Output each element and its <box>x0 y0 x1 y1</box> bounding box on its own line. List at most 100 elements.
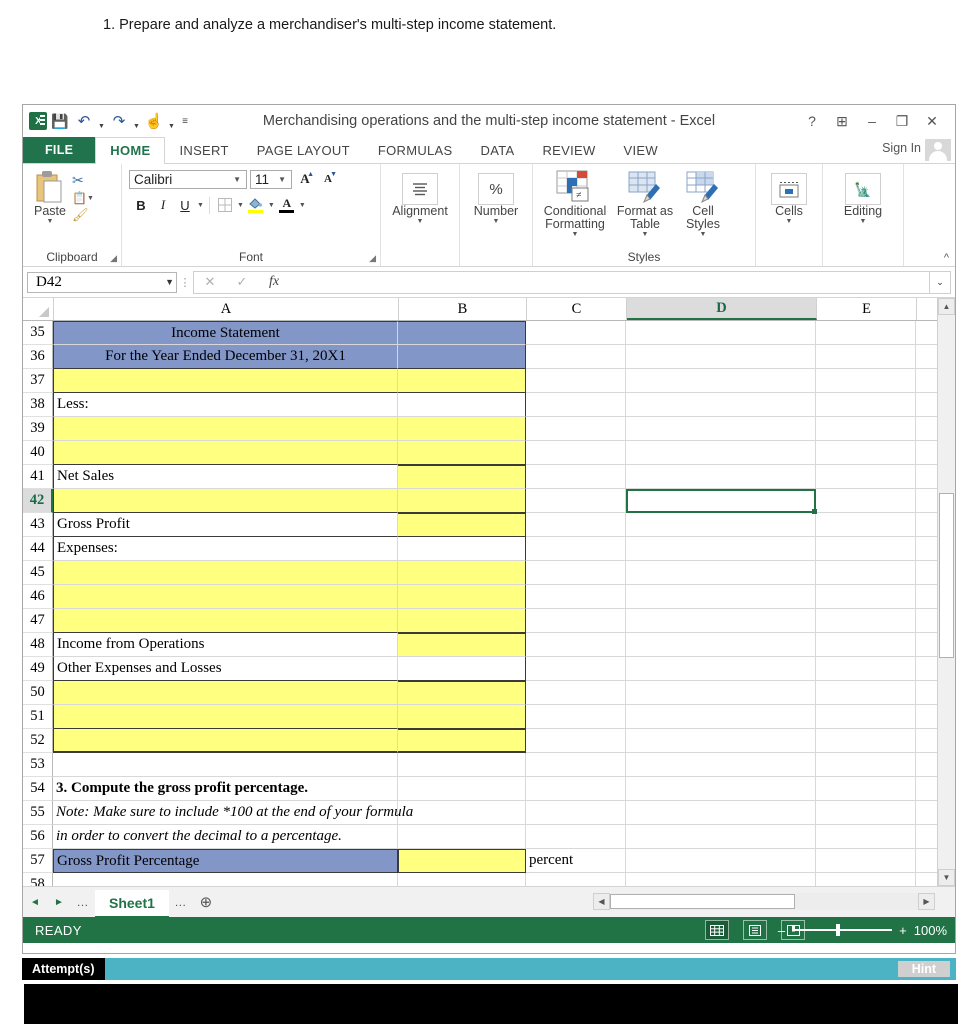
cell-A43[interactable]: Gross Profit <box>53 513 398 537</box>
cell-E56[interactable] <box>816 825 916 849</box>
cell-E39[interactable] <box>816 417 916 441</box>
sheet-tabs-right-overflow[interactable]: … <box>169 895 193 909</box>
customize-quick-access-icon[interactable]: ≡ <box>178 116 192 127</box>
scroll-down-button[interactable]: ▼ <box>938 869 955 886</box>
cell-E49[interactable] <box>816 657 916 681</box>
row-header-58[interactable]: 58 <box>23 873 53 886</box>
alignment-dropdown-icon[interactable]: ▼ <box>417 218 424 226</box>
cell-D35[interactable] <box>626 321 816 345</box>
row-header-55[interactable]: 55 <box>23 801 53 825</box>
row-header-38[interactable]: 38 <box>23 393 53 417</box>
cell-C38[interactable] <box>526 393 626 417</box>
cells-button[interactable]: Cells ▼ <box>764 173 814 226</box>
font-dialog-launcher[interactable]: ◢ <box>369 253 376 264</box>
ribbon-display-options-icon[interactable]: ⊞ <box>827 108 857 134</box>
row-header-46[interactable]: 46 <box>23 585 53 609</box>
font-size-dropdown-icon[interactable]: ▼ <box>275 175 289 184</box>
scroll-left-button[interactable]: ◀ <box>593 893 610 910</box>
cell-E57[interactable] <box>816 849 916 873</box>
horizontal-scroll-thumb[interactable] <box>610 894 795 909</box>
cell-E43[interactable] <box>816 513 916 537</box>
cell-D45[interactable] <box>626 561 816 585</box>
cell-B52[interactable] <box>398 729 526 753</box>
formula-input[interactable] <box>290 270 930 294</box>
zoom-slider-knob[interactable] <box>836 924 841 936</box>
sheet-tabs-left-overflow[interactable]: … <box>71 895 95 909</box>
cell-B36[interactable] <box>398 345 526 369</box>
tab-insert[interactable]: INSERT <box>165 137 242 163</box>
row-header-56[interactable]: 56 <box>23 825 53 849</box>
cell-B37[interactable] <box>398 369 526 393</box>
font-color-dropdown-icon[interactable]: ▼ <box>299 202 306 209</box>
row-header-53[interactable]: 53 <box>23 753 53 777</box>
number-dropdown-icon[interactable]: ▼ <box>493 218 500 226</box>
editing-dropdown-icon[interactable]: ▼ <box>860 218 867 226</box>
cell-D37[interactable] <box>626 369 816 393</box>
fill-color-button[interactable] <box>246 195 266 215</box>
cell-E37[interactable] <box>816 369 916 393</box>
cell-B35[interactable] <box>398 321 526 345</box>
cell-D56[interactable] <box>626 825 816 849</box>
cell-B49[interactable] <box>398 657 526 681</box>
conditional-formatting-button[interactable]: ≠ Conditional Formatting ▼ <box>538 169 612 239</box>
cell-A41[interactable]: Net Sales <box>53 465 398 489</box>
number-button[interactable]: % Number ▼ <box>467 173 525 226</box>
cell-A40[interactable] <box>53 441 398 465</box>
touch-mode-icon[interactable]: ☝ <box>143 110 165 132</box>
cell-D53[interactable] <box>626 753 816 777</box>
name-box[interactable]: D42 ▼ <box>27 271 177 293</box>
row-header-48[interactable]: 48 <box>23 633 53 657</box>
cell-D43[interactable] <box>626 513 816 537</box>
borders-button[interactable] <box>215 195 235 215</box>
cell-E46[interactable] <box>816 585 916 609</box>
cell-E44[interactable] <box>816 537 916 561</box>
cell-A38[interactable]: Less: <box>53 393 398 417</box>
tab-review[interactable]: REVIEW <box>528 137 609 163</box>
scroll-up-button[interactable]: ▲ <box>938 298 955 315</box>
cell-C55[interactable] <box>526 801 626 825</box>
cell-C39[interactable] <box>526 417 626 441</box>
tab-page-layout[interactable]: PAGE LAYOUT <box>243 137 364 163</box>
horizontal-scrollbar[interactable]: ◀ ▶ <box>593 893 935 910</box>
zoom-slider[interactable] <box>792 924 893 936</box>
cell-E40[interactable] <box>816 441 916 465</box>
touch-mode-dropdown-icon[interactable]: ▼ <box>167 108 176 135</box>
tab-file[interactable]: FILE <box>23 137 96 163</box>
row-header-37[interactable]: 37 <box>23 369 53 393</box>
cell-A44[interactable]: Expenses: <box>53 537 398 561</box>
cell-D39[interactable] <box>626 417 816 441</box>
row-header-47[interactable]: 47 <box>23 609 53 633</box>
cell-E51[interactable] <box>816 705 916 729</box>
zoom-out-button[interactable]: – <box>778 923 785 938</box>
cell-C44[interactable] <box>526 537 626 561</box>
copy-button[interactable]: 📋 ▼ <box>72 191 94 205</box>
sheet-tab-sheet1[interactable]: Sheet1 <box>95 890 169 918</box>
cell-D58[interactable] <box>626 873 816 886</box>
cell-A50[interactable] <box>53 681 398 705</box>
undo-icon[interactable]: ↶ <box>73 110 95 132</box>
cell-C42[interactable] <box>526 489 626 513</box>
cell-A56[interactable]: in order to convert the decimal to a per… <box>53 825 398 849</box>
sign-in-link[interactable]: Sign In <box>882 141 921 155</box>
vertical-scroll-thumb[interactable] <box>939 493 954 658</box>
cell-D44[interactable] <box>626 537 816 561</box>
cut-button[interactable]: ✂ <box>72 172 94 189</box>
tab-formulas[interactable]: FORMULAS <box>364 137 467 163</box>
row-header-49[interactable]: 49 <box>23 657 53 681</box>
cell-A53[interactable] <box>53 753 398 777</box>
cell-A57[interactable]: Gross Profit Percentage <box>53 849 398 873</box>
column-header-e[interactable]: E <box>817 298 917 320</box>
cell-D49[interactable] <box>626 657 816 681</box>
cell-A42[interactable] <box>53 489 398 513</box>
cell-C51[interactable] <box>526 705 626 729</box>
row-header-42[interactable]: 42 <box>23 489 53 513</box>
enter-formula-icon[interactable]: ✓ <box>226 274 258 290</box>
cells-dropdown-icon[interactable]: ▼ <box>786 218 793 226</box>
clipboard-dialog-launcher[interactable]: ◢ <box>110 253 117 264</box>
cell-B45[interactable] <box>398 561 526 585</box>
cell-C50[interactable] <box>526 681 626 705</box>
row-header-36[interactable]: 36 <box>23 345 53 369</box>
cell-A51[interactable] <box>53 705 398 729</box>
alignment-button[interactable]: Alignment ▼ <box>388 173 452 226</box>
cell-D50[interactable] <box>626 681 816 705</box>
